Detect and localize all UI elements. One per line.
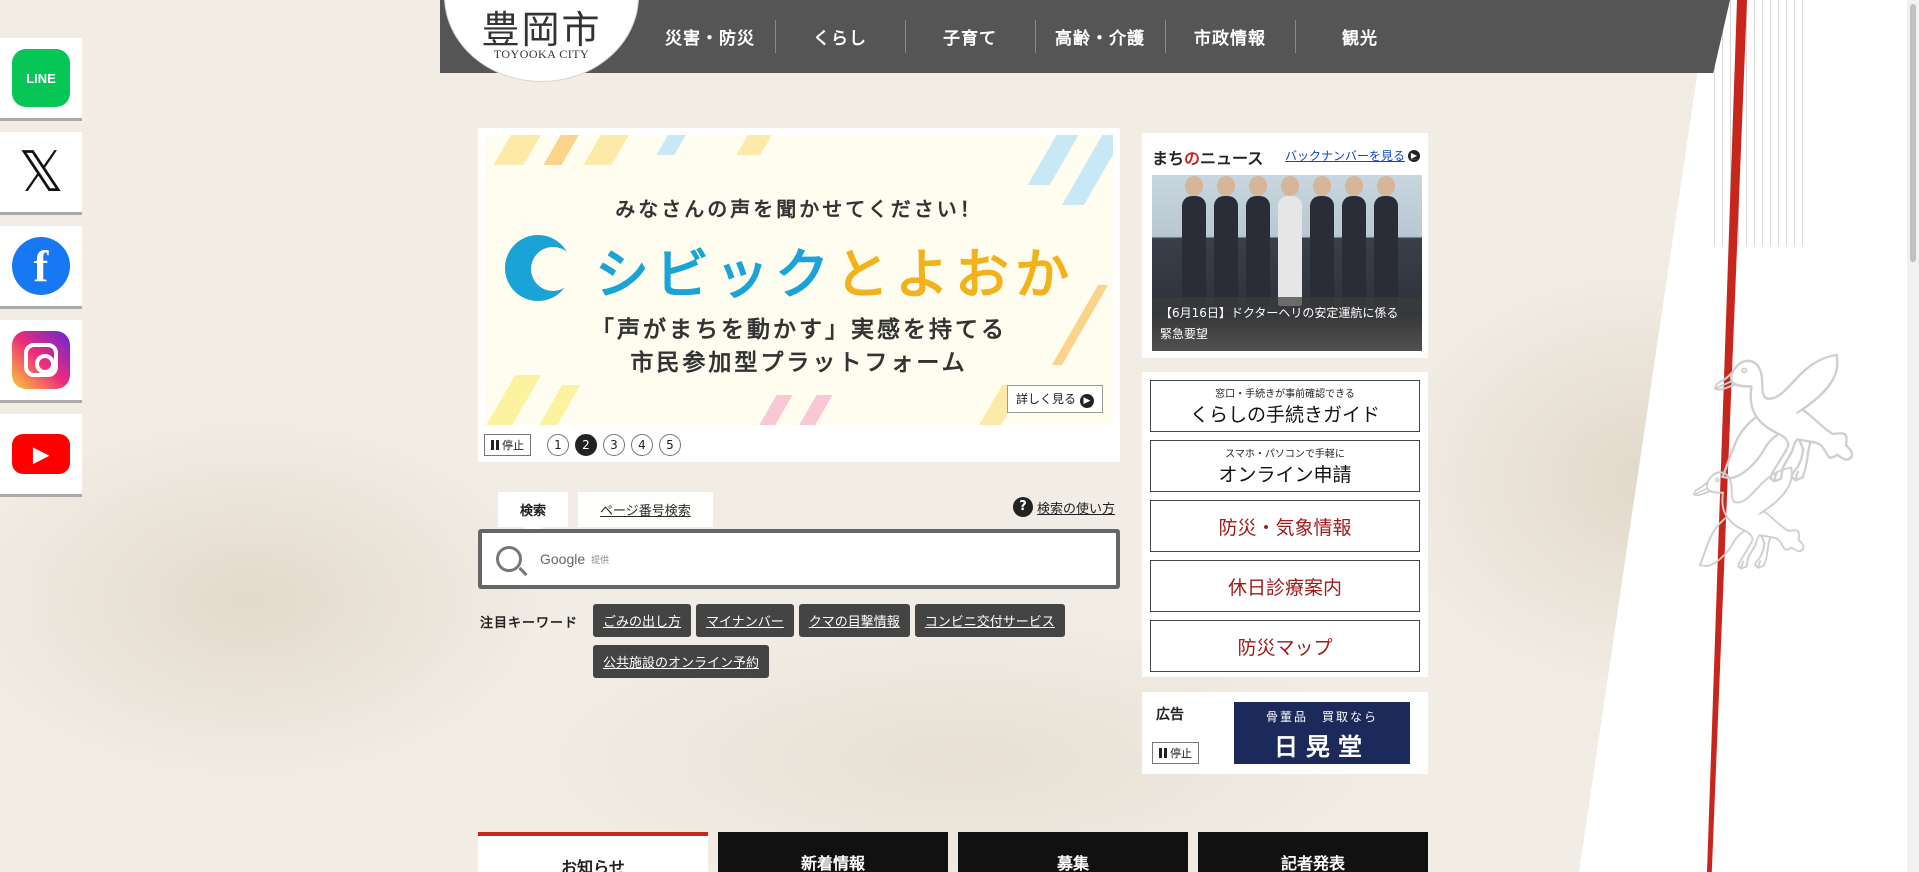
search-placeholder-google[interactable]: Google [540,551,585,567]
right-decor-lines [1714,0,1804,245]
facebook-icon: f [12,237,70,295]
town-news: まちのニュース バックナンバーを見る ▶ 【6月16日】ドクターヘリの安定運航に係… [1142,133,1428,358]
link-online-application[interactable]: スマホ・パソコンで手軽に オンライン申請 [1150,440,1420,492]
news-caption: 【6月16日】ドクターヘリの安定運航に係る 緊急要望 [1152,297,1422,351]
banner-subtitle-2: 市民参加型プラットフォーム [630,350,968,376]
carousel-page-1[interactable]: 1 [547,434,569,456]
main-carousel: みなさんの声を聞かせてください！ シビックとよおか 「声がまちを動かす」実感を持… [478,128,1120,462]
tab-search[interactable]: 検索 [498,492,569,536]
link-procedure-guide[interactable]: 窓口・手続きが事前確認できる くらしの手続きガイド [1150,380,1420,432]
arrow-right-icon: ▶ [1080,394,1094,408]
x-icon: 𝕏 [18,140,64,203]
link-hazard-map[interactable]: 防災マップ [1150,620,1420,672]
social-youtube-link[interactable]: ▶ [0,414,82,494]
global-nav: 災害・防災 くらし 子育て 高齢・介護 市政情報 観光 [645,0,1425,73]
scrollbar-thumb[interactable] [1910,4,1916,262]
banner-tagline: みなさんの声を聞かせてください！ [615,197,983,221]
search-tabs: 検索 ページ番号検索 [498,492,713,536]
nav-item-living[interactable]: くらし [775,0,905,73]
news-photo[interactable]: 【6月16日】ドクターヘリの安定運航に係る 緊急要望 [1152,175,1422,351]
search-box: Google 提供 [478,529,1120,589]
search-help-link[interactable]: ? 検索の使い方 [1013,497,1115,517]
civic-logo-icon [505,235,575,301]
nav-item-elderly[interactable]: 高齢・介護 [1035,0,1165,73]
banner-subtitle-1: 「声がまちを動かす」実感を持てる [591,317,1007,343]
logo-subtext: TOYOOKA CITY [493,47,590,61]
nav-item-childcare[interactable]: 子育て [905,0,1035,73]
social-sidebar: LINE 𝕏 f ▶ [0,38,82,508]
tab-recruitment[interactable]: 募集 [958,832,1188,872]
keyword-facility-booking[interactable]: 公共施設のオンライン予約 [593,645,770,678]
news-backnumber-link[interactable]: バックナンバーを見る ▶ [1285,147,1420,164]
town-news-title: まちのニュース [1152,149,1264,168]
link-holiday-clinic[interactable]: 休日診療案内 [1150,560,1420,612]
keyword-bear[interactable]: クマの目撃情報 [798,604,910,637]
social-x-link[interactable]: 𝕏 [0,132,82,212]
quick-links: 窓口・手続きが事前確認できる くらしの手続きガイド スマホ・パソコンで手軽に オ… [1142,372,1428,677]
banner-title: シビックとよおか [595,243,1075,306]
line-icon: LINE [12,49,70,107]
social-facebook-link[interactable]: f [0,226,82,306]
social-line-link[interactable]: LINE [0,38,82,118]
carousel-page-4[interactable]: 4 [631,434,653,456]
logo-text: 豊岡市 [481,8,602,52]
tab-press-releases[interactable]: 記者発表 [1198,832,1428,872]
ad-pause-button[interactable]: 停止 [1152,742,1199,764]
keywords-list: ごみの出し方 マイナンバー クマの目撃情報 コンビニ交付サービス 公共施設のオン… [593,604,1093,678]
ad-label: 広告 [1156,707,1184,723]
carousel-controls: 停止 1 2 3 4 5 [484,434,681,456]
keywords-label: 注目キーワード [480,616,579,631]
keyword-garbage[interactable]: ごみの出し方 [593,604,692,637]
search-placeholder-provided: 提供 [591,555,610,566]
carousel-page-5[interactable]: 5 [659,434,681,456]
info-tabs: お知らせ 新着情報 募集 記者発表 [478,832,1428,872]
tab-page-number-search[interactable]: ページ番号検索 [578,492,713,527]
nav-item-city-info[interactable]: 市政情報 [1165,0,1295,73]
link-disaster-weather[interactable]: 防災・気象情報 [1150,500,1420,552]
carousel-page-3[interactable]: 3 [603,434,625,456]
question-icon: ? [1013,497,1033,517]
ad-area: 広告 停止 骨董品 買取なら 日晃堂 [1142,692,1428,774]
pause-icon [491,440,499,450]
youtube-icon: ▶ [12,434,70,474]
instagram-icon [12,331,70,389]
pause-icon [1159,748,1167,758]
nav-item-tourism[interactable]: 観光 [1295,0,1425,73]
ad-banner[interactable]: 骨董品 買取なら 日晃堂 [1234,702,1410,764]
nav-item-disaster[interactable]: 災害・防災 [645,0,775,73]
crane-decor-icon: 𓅮 [1688,477,1809,589]
tab-notices[interactable]: お知らせ [478,832,708,872]
social-instagram-link[interactable] [0,320,82,400]
search-icon [496,546,522,572]
keyword-convenience-store[interactable]: コンビニ交付サービス [914,604,1065,637]
arrow-right-icon: ▶ [1408,149,1420,162]
page-scrollbar[interactable] [1907,0,1919,872]
carousel-page-2[interactable]: 2 [575,434,597,456]
banner-detail-button[interactable]: 詳しく見る ▶ [1006,385,1103,413]
tab-whats-new[interactable]: 新着情報 [718,832,948,872]
keyword-mynumber[interactable]: マイナンバー [696,604,794,637]
carousel-banner[interactable]: みなさんの声を聞かせてください！ シビックとよおか 「声がまちを動かす」実感を持… [485,135,1113,425]
carousel-pause-button[interactable]: 停止 [484,434,531,456]
